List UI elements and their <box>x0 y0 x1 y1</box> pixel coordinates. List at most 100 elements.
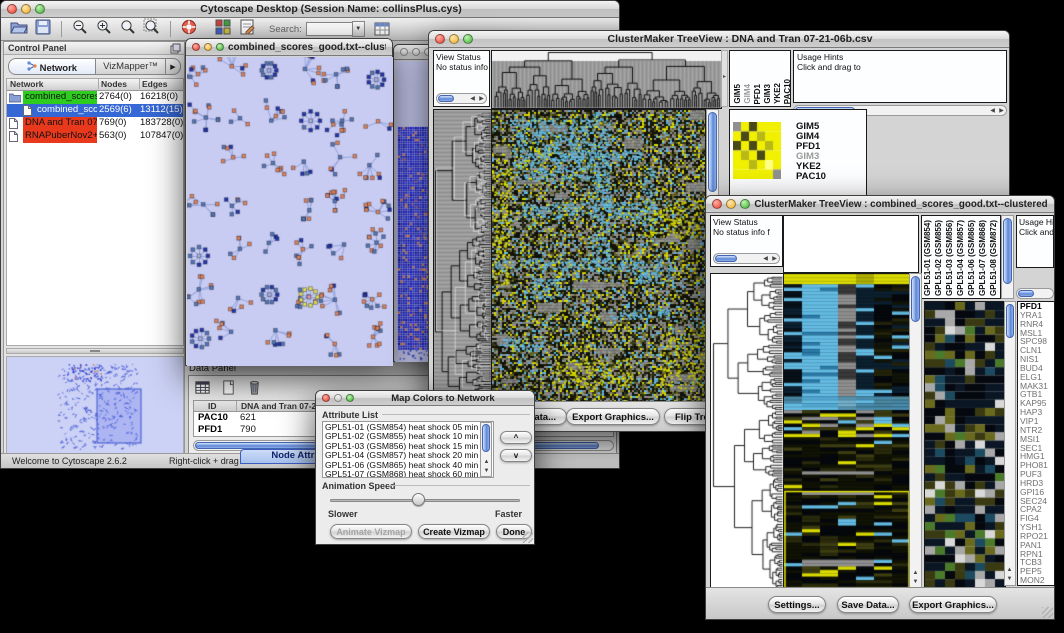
zoom-in-icon[interactable] <box>95 18 113 41</box>
search-dropdown-button[interactable]: ▼ <box>352 21 365 37</box>
minimize-button[interactable] <box>412 48 420 56</box>
zoom-button[interactable] <box>740 199 750 209</box>
tv1-heatmap[interactable] <box>491 109 706 403</box>
network-table-header[interactable]: Network Nodes Edges <box>7 79 183 91</box>
tv2-zoom-heatmap[interactable] <box>924 301 1006 588</box>
resize-grip[interactable] <box>522 532 533 543</box>
tv2-gene-scrollbar[interactable]: ▲▼ <box>1004 301 1016 586</box>
column-label[interactable]: GIM4 <box>743 84 752 104</box>
zoom-button[interactable] <box>346 394 354 402</box>
zoom-fit-icon[interactable] <box>143 18 161 41</box>
network-table-row[interactable]: combined_sco2569(6)13112(15) <box>7 104 183 117</box>
minimize-button[interactable] <box>334 394 342 402</box>
tv2-collabel-scrollbar[interactable] <box>1001 215 1014 299</box>
new-attribute-icon[interactable] <box>220 379 237 401</box>
network1-canvas[interactable] <box>187 57 393 366</box>
column-label[interactable]: GPL51-04 (GSM857) <box>956 220 965 296</box>
close-button[interactable] <box>400 48 408 56</box>
column-label[interactable]: GPL51-01 (GSM854) <box>923 220 932 296</box>
close-button[interactable] <box>322 394 330 402</box>
minimize-button[interactable] <box>21 4 31 14</box>
tv1-status-scrollbar[interactable]: ◀▶ <box>436 93 487 104</box>
tv2-status-scrollbar[interactable]: ◀▶ <box>713 253 780 264</box>
tv1-view-status-text: No status info f <box>434 62 489 72</box>
treeview2-titlebar[interactable]: ClusterMaker TreeView : combined_scores_… <box>706 196 1054 213</box>
dialog-title: Map Colors to Network <box>358 393 528 404</box>
column-label[interactable]: YKE2 <box>773 83 782 104</box>
row-label[interactable]: PAC10 <box>796 172 826 182</box>
close-button[interactable] <box>7 4 17 14</box>
tv2-row-dendrogram[interactable] <box>710 273 785 591</box>
save-data-button[interactable]: Save Data... <box>837 596 899 613</box>
export-graphics-button[interactable]: Export Graphics... <box>909 596 997 613</box>
delete-attribute-icon[interactable] <box>246 379 263 401</box>
tab-network[interactable]: Network <box>8 58 96 75</box>
save-icon[interactable] <box>34 18 52 41</box>
column-label[interactable]: GPL51-07 (GSM868) <box>978 220 987 296</box>
column-label[interactable]: GIM3 <box>763 84 772 104</box>
zoom-actual-icon[interactable] <box>119 18 137 41</box>
treeview1-titlebar[interactable]: ClusterMaker TreeView : DNA and Tran 07-… <box>429 31 1009 48</box>
zoom-out-icon[interactable] <box>71 18 89 41</box>
tv2-heatmap-vscrollbar[interactable]: ▲▼ <box>909 273 922 589</box>
tab-overflow-button[interactable]: ▶ <box>166 58 181 75</box>
tv2-usage-scrollbar[interactable] <box>1016 288 1054 299</box>
tab-vizmapper[interactable]: VizMapper™ <box>96 58 166 75</box>
network-table-row[interactable]: combined_scores2764(0)16218(0) <box>7 91 183 104</box>
attribute-list-item[interactable]: GPL51-07 (GSM868) heat shock 60 min <box>325 470 491 478</box>
dialog-titlebar[interactable]: Map Colors to Network <box>316 391 534 406</box>
tv1-splitter[interactable]: ▸ <box>721 50 728 107</box>
column-label[interactable]: GPL51-06 (GSM865) <box>967 220 976 296</box>
group-line <box>382 414 530 415</box>
gene-label[interactable]: MON2 <box>1020 576 1054 585</box>
network-table-row[interactable]: DNA and Tran 07769(0)183728(0) <box>7 117 183 130</box>
main-titlebar[interactable]: Cytoscape Desktop (Session Name: collins… <box>1 1 619 18</box>
tv2-gene-labels[interactable]: PFD1YRA1RNR4MSL1SPC98CLN1NIS1BUD4ELG1MAK… <box>1017 301 1055 586</box>
export-graphics-button[interactable]: Export Graphics... <box>566 408 660 425</box>
resize-grip[interactable] <box>1042 607 1053 618</box>
animation-slider-track[interactable] <box>330 499 520 502</box>
move-up-button[interactable]: ^ <box>500 431 532 444</box>
minimize-button[interactable] <box>204 43 212 51</box>
open-folder-icon[interactable] <box>10 18 28 41</box>
zoom-button[interactable] <box>216 43 224 51</box>
attribute-list[interactable]: GPL51-01 (GSM854) heat shock 05 minGPL51… <box>322 421 494 478</box>
close-button[interactable] <box>192 43 200 51</box>
network-overview-canvas[interactable] <box>6 356 184 455</box>
column-label[interactable]: GPL51-08 (GSM872) <box>989 220 998 296</box>
create-vizmap-button[interactable]: Create Vizmap <box>418 524 490 539</box>
attribute-list-label: Attribute List <box>322 410 378 420</box>
minimize-button[interactable] <box>449 34 459 44</box>
column-label[interactable]: PFD1 <box>753 84 762 104</box>
search-input[interactable] <box>306 22 352 36</box>
tv2-column-dendrogram[interactable] <box>783 215 919 273</box>
attribute-table-icon[interactable] <box>194 379 211 401</box>
tv1-column-labels[interactable]: GIM5GIM4PFD1GIM3YKE2PAC10 <box>729 50 791 107</box>
animation-slider-thumb[interactable] <box>412 493 425 506</box>
column-label[interactable]: PAC10 <box>783 79 791 104</box>
network-table-row[interactable]: RNAPuberNov2+563(0)107847(0) <box>7 130 183 143</box>
zoom-button[interactable] <box>35 4 45 14</box>
settings-button[interactable]: Settings... <box>768 596 826 613</box>
float-panel-icon[interactable] <box>170 43 181 56</box>
tv1-column-dendrogram[interactable] <box>491 50 722 109</box>
move-down-button[interactable]: v <box>500 449 532 462</box>
tv1-mini-heatmap[interactable] <box>733 122 781 179</box>
minimize-button[interactable] <box>726 199 736 209</box>
tv1-row-dendrogram[interactable] <box>433 109 492 403</box>
close-button[interactable] <box>712 199 722 209</box>
close-button[interactable] <box>435 34 445 44</box>
zoom-button[interactable] <box>463 34 473 44</box>
column-label[interactable]: GIM5 <box>733 84 742 104</box>
column-label[interactable]: GPL51-02 (GSM855) <box>934 220 943 296</box>
import-table-icon[interactable] <box>373 20 391 38</box>
tv2-heatmap[interactable] <box>783 273 911 591</box>
tv2-column-labels[interactable]: GPL51-01 (GSM854)GPL51-02 (GSM855)GPL51-… <box>921 215 1001 299</box>
column-label[interactable]: GPL51-03 (GSM856) <box>945 220 954 296</box>
panel-divider[interactable] <box>6 348 184 354</box>
network1-titlebar[interactable]: combined_scores_good.txt--cluste... <box>186 39 392 56</box>
animate-vizmap-button[interactable]: Animate Vizmap <box>330 524 412 539</box>
attribute-list-scrollbar[interactable]: ▲▼ <box>480 422 492 477</box>
network-edges: 107847(0) <box>140 130 183 141</box>
tv1-row-labels[interactable]: GIM5GIM4PFD1GIM3YKE2PAC10 <box>796 122 826 182</box>
